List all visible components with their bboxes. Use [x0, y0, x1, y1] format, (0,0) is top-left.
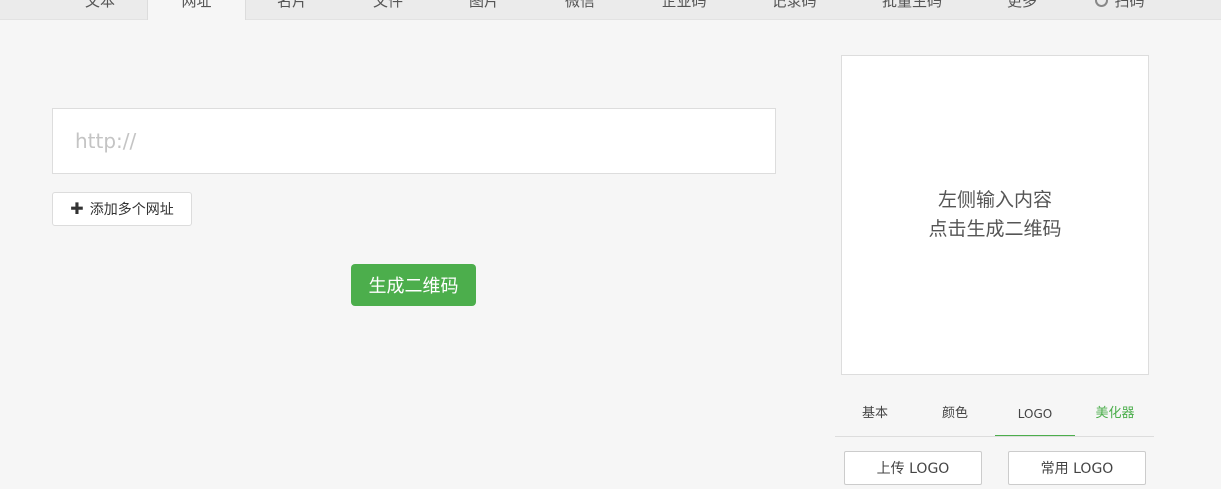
tab-scan[interactable]: 扫码 [1088, 0, 1152, 19]
tab-label: 更多 [1006, 0, 1037, 10]
tab-label: 图片 [468, 0, 499, 10]
common-logo-label: 常用 LOGO [1040, 461, 1114, 477]
tab-label: 微信 [564, 0, 595, 10]
tab-label: 扫码 [1114, 0, 1145, 10]
upload-logo-label: 上传 LOGO [876, 461, 950, 477]
tab-url[interactable]: 网址 [147, 0, 246, 20]
tab-label: 批量生码 [881, 0, 942, 10]
style-tab-basic[interactable]: 基本 [835, 397, 915, 435]
add-multiple-urls-label: 添加多个网址 [89, 202, 174, 218]
style-tab-color[interactable]: 颜色 [915, 397, 995, 435]
qr-preview-area: 左侧输入内容 点击生成二维码 [841, 55, 1149, 375]
tab-card[interactable]: 名片 [262, 0, 322, 19]
tab-label: 网址 [181, 0, 212, 10]
plus-icon: ✚ [70, 199, 84, 218]
style-tab-label: 颜色 [941, 406, 968, 421]
style-tab-logo[interactable]: LOGO [995, 397, 1075, 436]
preview-hint-line2: 点击生成二维码 [928, 218, 1062, 240]
top-tab-bar: 文本 网址 名片 文件 图片 微信 企业码 记录码 批量生码 更多 扫码 [0, 0, 1221, 20]
common-logo-button[interactable]: 常用 LOGO [1008, 451, 1146, 485]
tab-more[interactable]: 更多 [992, 0, 1052, 19]
tab-file[interactable]: 文件 [358, 0, 418, 19]
style-tab-label: 基本 [861, 406, 888, 421]
qr-generator-page: 文本 网址 名片 文件 图片 微信 企业码 记录码 批量生码 更多 扫码 ✚ 添… [0, 0, 1221, 489]
url-input[interactable] [52, 108, 776, 174]
scan-icon [1095, 0, 1109, 7]
tab-wechat[interactable]: 微信 [550, 0, 610, 19]
style-tab-beautifier[interactable]: 美化器 [1075, 397, 1155, 435]
generate-qr-label: 生成二维码 [368, 276, 459, 297]
tab-label: 记录码 [771, 0, 817, 10]
tab-label: 文本 [84, 0, 115, 10]
tab-label: 名片 [276, 0, 307, 10]
tab-batch-generate[interactable]: 批量生码 [870, 0, 954, 19]
tab-text[interactable]: 文本 [70, 0, 130, 19]
style-tab-label: LOGO [1017, 407, 1053, 421]
style-tab-bar: 基本 颜色 LOGO 美化器 [835, 397, 1154, 437]
generate-qr-button[interactable]: 生成二维码 [351, 264, 476, 306]
tab-enterprise-code[interactable]: 企业码 [652, 0, 716, 19]
tab-label: 文件 [372, 0, 403, 10]
tab-image[interactable]: 图片 [454, 0, 514, 19]
upload-logo-button[interactable]: 上传 LOGO [844, 451, 982, 485]
tab-record-code[interactable]: 记录码 [762, 0, 826, 19]
tab-label: 企业码 [661, 0, 707, 10]
preview-hint-line1: 左侧输入内容 [937, 189, 1052, 211]
style-tab-label: 美化器 [1095, 406, 1135, 421]
add-multiple-urls-button[interactable]: ✚ 添加多个网址 [52, 192, 192, 226]
